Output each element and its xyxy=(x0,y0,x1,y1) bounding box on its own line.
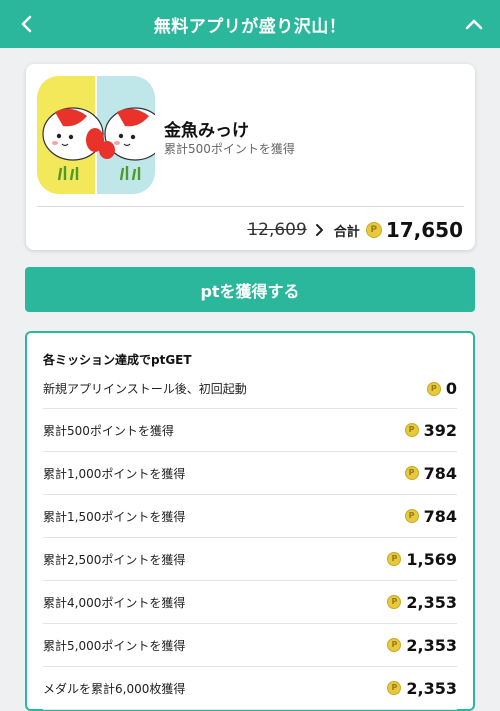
mission-row: 累計1,500ポイントを獲得 P 784 xyxy=(43,495,457,538)
price-row: 12,609 合計 P 17,650 xyxy=(247,216,463,244)
mission-panel-title: 各ミッション達成でptGET xyxy=(43,353,192,367)
point-coin-icon: P xyxy=(387,552,402,566)
mission-row: 累計500ポイントを獲得 P 392 xyxy=(43,409,457,452)
get-points-button[interactable]: ptを獲得する xyxy=(25,267,475,312)
mission-reward: P 2,353 xyxy=(387,593,457,612)
mission-points: 2,353 xyxy=(406,592,457,612)
mission-reward: P 784 xyxy=(404,506,457,526)
header-bar: 無料アプリが盛り沢山！ xyxy=(0,0,500,48)
point-coin-icon: P xyxy=(404,466,419,480)
point-coin-icon: P xyxy=(426,381,441,396)
divider xyxy=(37,206,464,207)
mission-reward: P 2,353 xyxy=(387,636,457,655)
mission-points: 2,353 xyxy=(406,678,457,698)
point-coin-icon: P xyxy=(365,222,382,238)
mission-reward: P 2,353 xyxy=(387,679,457,698)
mission-points: 1,569 xyxy=(406,549,457,569)
page-title: 無料アプリが盛り沢山！ xyxy=(153,16,347,37)
app-name: 金魚みっけ xyxy=(164,121,249,141)
mission-points: 2,353 xyxy=(406,635,457,655)
mission-label: 累計5,000ポイントを獲得 xyxy=(43,638,186,653)
mission-row: メダルを累計6,000枚獲得 P 2,353 xyxy=(43,667,457,710)
mission-list: 新規アプリインストール後、初回起動 P 0 累計500ポイントを獲得 P 392… xyxy=(43,369,457,710)
mission-reward: P 0 xyxy=(426,379,457,398)
mission-points: 784 xyxy=(423,463,457,483)
mission-reward: P 1,569 xyxy=(387,550,457,569)
app-card: 金魚みっけ 累計500ポイントを獲得 12,609 合計 P 17,650 xyxy=(26,64,475,250)
point-coin-icon: P xyxy=(404,509,419,523)
old-price: 12,609 xyxy=(247,220,307,240)
app-icon[interactable] xyxy=(37,76,155,194)
mission-label: 累計2,500ポイントを獲得 xyxy=(43,552,186,567)
chevron-right-icon xyxy=(315,223,324,237)
mission-label: 累計1,000ポイントを獲得 xyxy=(43,466,186,481)
back-button[interactable] xyxy=(14,12,38,36)
collapse-chevron-icon xyxy=(465,19,483,30)
mission-row: 新規アプリインストール後、初回起動 P 0 xyxy=(43,369,457,409)
mission-points: 0 xyxy=(445,379,457,398)
back-arrow-icon xyxy=(21,15,32,33)
mission-label: 累計1,500ポイントを獲得 xyxy=(43,509,186,524)
goldfish-app-icon xyxy=(37,76,155,194)
total-label: 合計 xyxy=(333,224,360,240)
mission-row: 累計2,500ポイントを獲得 P 1,569 xyxy=(43,538,457,581)
point-coin-icon: P xyxy=(387,638,402,652)
mission-label: 累計4,000ポイントを獲得 xyxy=(43,595,186,610)
mission-points: 784 xyxy=(423,506,457,526)
mission-reward: P 392 xyxy=(404,420,457,440)
collapse-button[interactable] xyxy=(462,12,486,36)
mission-panel: 各ミッション達成でptGET 新規アプリインストール後、初回起動 P 0 累計5… xyxy=(25,331,475,711)
mission-points: 392 xyxy=(423,420,457,440)
mission-reward: P 784 xyxy=(404,463,457,483)
total-points: 17,650 xyxy=(385,218,463,242)
mission-label: 新規アプリインストール後、初回起動 xyxy=(43,382,247,396)
mission-label: 累計500ポイントを獲得 xyxy=(43,423,174,438)
point-coin-icon: P xyxy=(404,423,419,437)
mission-label: メダルを累計6,000枚獲得 xyxy=(43,681,186,696)
mission-row: 累計5,000ポイントを獲得 P 2,353 xyxy=(43,624,457,667)
mission-row: 累計4,000ポイントを獲得 P 2,353 xyxy=(43,581,457,624)
mission-row: 累計1,000ポイントを獲得 P 784 xyxy=(43,452,457,495)
app-subtitle: 累計500ポイントを獲得 xyxy=(164,142,295,156)
point-coin-icon: P xyxy=(387,595,402,609)
point-coin-icon: P xyxy=(387,681,402,695)
